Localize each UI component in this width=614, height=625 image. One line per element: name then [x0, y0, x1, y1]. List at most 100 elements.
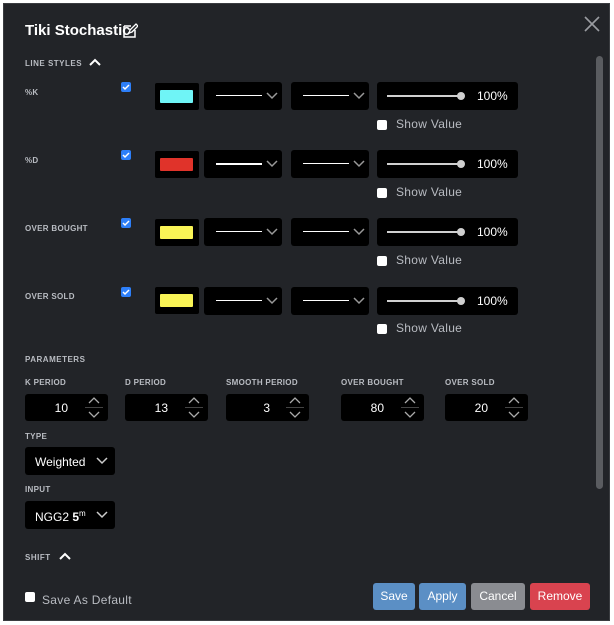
spinner-arrows-icon[interactable]: [183, 394, 205, 421]
line-label-over-bought: OVER BOUGHT: [25, 224, 88, 233]
type-select[interactable]: Weighted: [25, 447, 115, 475]
chevron-up-icon[interactable]: [59, 552, 71, 560]
line-preview: [303, 300, 349, 301]
color-picker-over-bought[interactable]: [155, 219, 199, 246]
show-value-checkbox-over-sold[interactable]: [377, 324, 387, 334]
opacity-slider-over-bought[interactable]: 100%: [377, 218, 518, 246]
input-select[interactable]: NGG2 5m: [25, 501, 115, 529]
show-value-checkbox-over-bought[interactable]: [377, 256, 387, 266]
opacity-value: 100%: [477, 157, 508, 171]
line-label-k: %K: [25, 88, 39, 97]
opacity-slider-k[interactable]: 100%: [377, 82, 518, 110]
line-label-over-sold: OVER SOLD: [25, 292, 75, 301]
param-label-smooth-period: SMOOTH PERIOD: [226, 378, 298, 387]
line-enable-checkbox-k[interactable]: [121, 82, 131, 92]
line-preview: [216, 163, 262, 165]
save-button[interactable]: Save: [373, 583, 415, 610]
line-width-dropdown-over-bought[interactable]: [291, 218, 369, 246]
show-value-label: Show Value: [396, 185, 463, 199]
apply-button[interactable]: Apply: [419, 583, 466, 610]
slider-thumb[interactable]: [457, 160, 465, 168]
save-as-default-checkbox[interactable]: [25, 592, 35, 602]
line-preview: [216, 300, 262, 301]
line-width-dropdown-d[interactable]: [291, 150, 369, 178]
slider-thumb[interactable]: [457, 297, 465, 305]
spinner-arrows-icon[interactable]: [399, 394, 421, 421]
line-enable-checkbox-over-sold[interactable]: [121, 287, 131, 297]
d-period-input[interactable]: 13: [125, 394, 208, 421]
opacity-slider-d[interactable]: 100%: [377, 150, 518, 178]
line-enable-checkbox-d[interactable]: [121, 150, 131, 160]
chevron-down-icon: [353, 228, 365, 236]
line-style-dropdown-over-bought[interactable]: [204, 218, 282, 246]
color-picker-d[interactable]: [155, 151, 199, 178]
over-sold-input[interactable]: 20: [445, 394, 528, 421]
slider-track: [387, 300, 459, 302]
spinner-arrows-icon[interactable]: [284, 394, 306, 421]
spinner-arrows-icon[interactable]: [503, 394, 525, 421]
line-preview: [216, 231, 262, 232]
line-enable-checkbox-over-bought[interactable]: [121, 218, 131, 228]
slider-thumb[interactable]: [457, 92, 465, 100]
remove-button[interactable]: Remove: [530, 583, 590, 610]
indicator-settings-dialog: Tiki Stochastic LINE STYLES %K 100% Show…: [3, 3, 610, 621]
section-label-parameters: PARAMETERS: [25, 355, 86, 364]
opacity-value: 100%: [477, 294, 508, 308]
section-label-shift: SHIFT: [25, 553, 51, 562]
slider-track: [387, 163, 459, 165]
color-picker-over-sold[interactable]: [155, 287, 199, 314]
chevron-up-icon[interactable]: [89, 58, 101, 66]
show-value-checkbox-k[interactable]: [377, 120, 387, 130]
close-icon[interactable]: [582, 14, 602, 34]
section-label-line-styles: LINE STYLES: [25, 59, 83, 68]
type-selected-value: Weighted: [35, 455, 86, 469]
color-swatch: [160, 90, 193, 103]
color-swatch: [160, 158, 193, 171]
over-bought-input[interactable]: 80: [341, 394, 424, 421]
chevron-down-icon: [266, 92, 278, 100]
k-period-input[interactable]: 10: [25, 394, 108, 421]
chevron-down-icon: [96, 511, 108, 519]
line-width-dropdown-k[interactable]: [291, 82, 369, 110]
save-as-default-label: Save As Default: [42, 593, 132, 607]
slider-track: [387, 95, 459, 97]
chevron-down-icon: [353, 297, 365, 305]
line-label-d: %D: [25, 156, 39, 165]
scrollbar[interactable]: [596, 56, 603, 489]
line-preview: [303, 231, 349, 232]
color-swatch: [160, 294, 193, 307]
cancel-button[interactable]: Cancel: [471, 583, 525, 610]
line-preview: [303, 95, 349, 96]
color-picker-k[interactable]: [155, 83, 199, 110]
line-style-dropdown-k[interactable]: [204, 82, 282, 110]
param-label-d-period: D PERIOD: [125, 378, 167, 387]
line-preview: [303, 163, 349, 164]
opacity-value: 100%: [477, 89, 508, 103]
chevron-down-icon: [266, 160, 278, 168]
line-width-dropdown-over-sold[interactable]: [291, 287, 369, 315]
chevron-down-icon: [96, 457, 108, 465]
dialog-title: Tiki Stochastic: [25, 22, 131, 39]
line-preview: [216, 95, 262, 96]
opacity-slider-over-sold[interactable]: 100%: [377, 287, 518, 315]
smooth-period-input[interactable]: 3: [226, 394, 309, 421]
type-label: TYPE: [25, 432, 48, 441]
chevron-down-icon: [353, 92, 365, 100]
opacity-value: 100%: [477, 225, 508, 239]
param-label-over-sold: OVER SOLD: [445, 378, 495, 387]
show-value-label: Show Value: [396, 117, 463, 131]
show-value-checkbox-d[interactable]: [377, 188, 387, 198]
spinner-arrows-icon[interactable]: [83, 394, 105, 421]
show-value-label: Show Value: [396, 253, 463, 267]
param-label-over-bought: OVER BOUGHT: [341, 378, 404, 387]
input-selected-value: NGG2 5m: [35, 509, 86, 524]
input-label: INPUT: [25, 485, 51, 494]
line-style-dropdown-d[interactable]: [204, 150, 282, 178]
slider-thumb[interactable]: [457, 228, 465, 236]
param-label-k-period: K PERIOD: [25, 378, 67, 387]
color-swatch: [160, 226, 193, 239]
edit-icon[interactable]: [122, 23, 138, 39]
show-value-label: Show Value: [396, 321, 463, 335]
chevron-down-icon: [353, 160, 365, 168]
line-style-dropdown-over-sold[interactable]: [204, 287, 282, 315]
